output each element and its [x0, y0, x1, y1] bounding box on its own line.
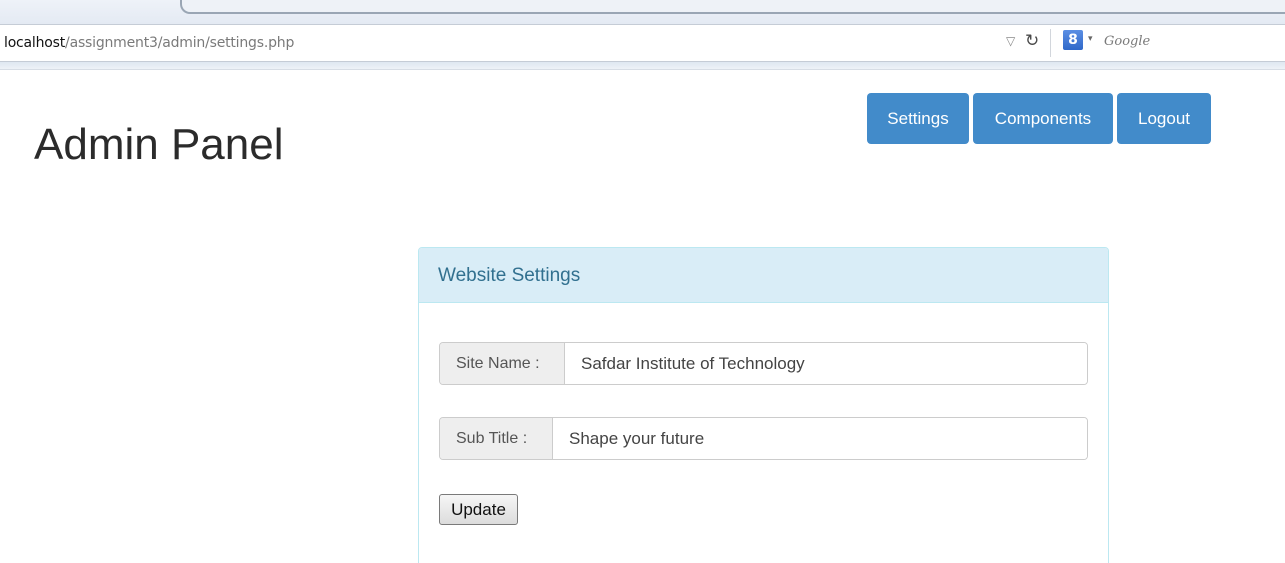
website-settings-panel: Website Settings Site Name : Sub Title :… — [418, 247, 1109, 563]
address-bar[interactable]: localhost/assignment3/admin/settings.php… — [0, 24, 1285, 62]
search-box[interactable]: Google — [1104, 34, 1150, 49]
url-text[interactable]: localhost/assignment3/admin/settings.php — [4, 35, 294, 51]
site-name-input[interactable] — [565, 343, 1087, 384]
site-name-label: Site Name : — [440, 343, 565, 384]
update-button[interactable]: Update — [439, 494, 518, 525]
site-name-group: Site Name : — [439, 342, 1088, 385]
browser-toolbar-bottom — [0, 62, 1285, 70]
url-path: /assignment3/admin/settings.php — [65, 35, 295, 51]
sub-title-input[interactable] — [553, 418, 1087, 459]
page-title: Admin Panel — [34, 120, 284, 169]
address-bar-divider — [1050, 29, 1051, 57]
sub-title-group: Sub Title : — [439, 417, 1088, 460]
panel-heading: Website Settings — [419, 248, 1108, 303]
google-search-engine-icon[interactable]: 8 — [1063, 30, 1083, 50]
dropdown-arrow-icon[interactable]: ▽ — [1006, 34, 1015, 48]
browser-tab-strip — [0, 0, 1285, 24]
browser-tab-edge — [180, 0, 1285, 14]
components-button[interactable]: Components — [973, 93, 1113, 144]
search-engine-caret-icon[interactable]: ▾ — [1088, 33, 1093, 44]
top-nav: Settings Components Logout — [867, 93, 1211, 144]
sub-title-label: Sub Title : — [440, 418, 553, 459]
reload-icon[interactable]: ↻ — [1025, 31, 1039, 51]
settings-button[interactable]: Settings — [867, 93, 969, 144]
url-host: localhost — [4, 35, 66, 51]
logout-button[interactable]: Logout — [1117, 93, 1211, 144]
